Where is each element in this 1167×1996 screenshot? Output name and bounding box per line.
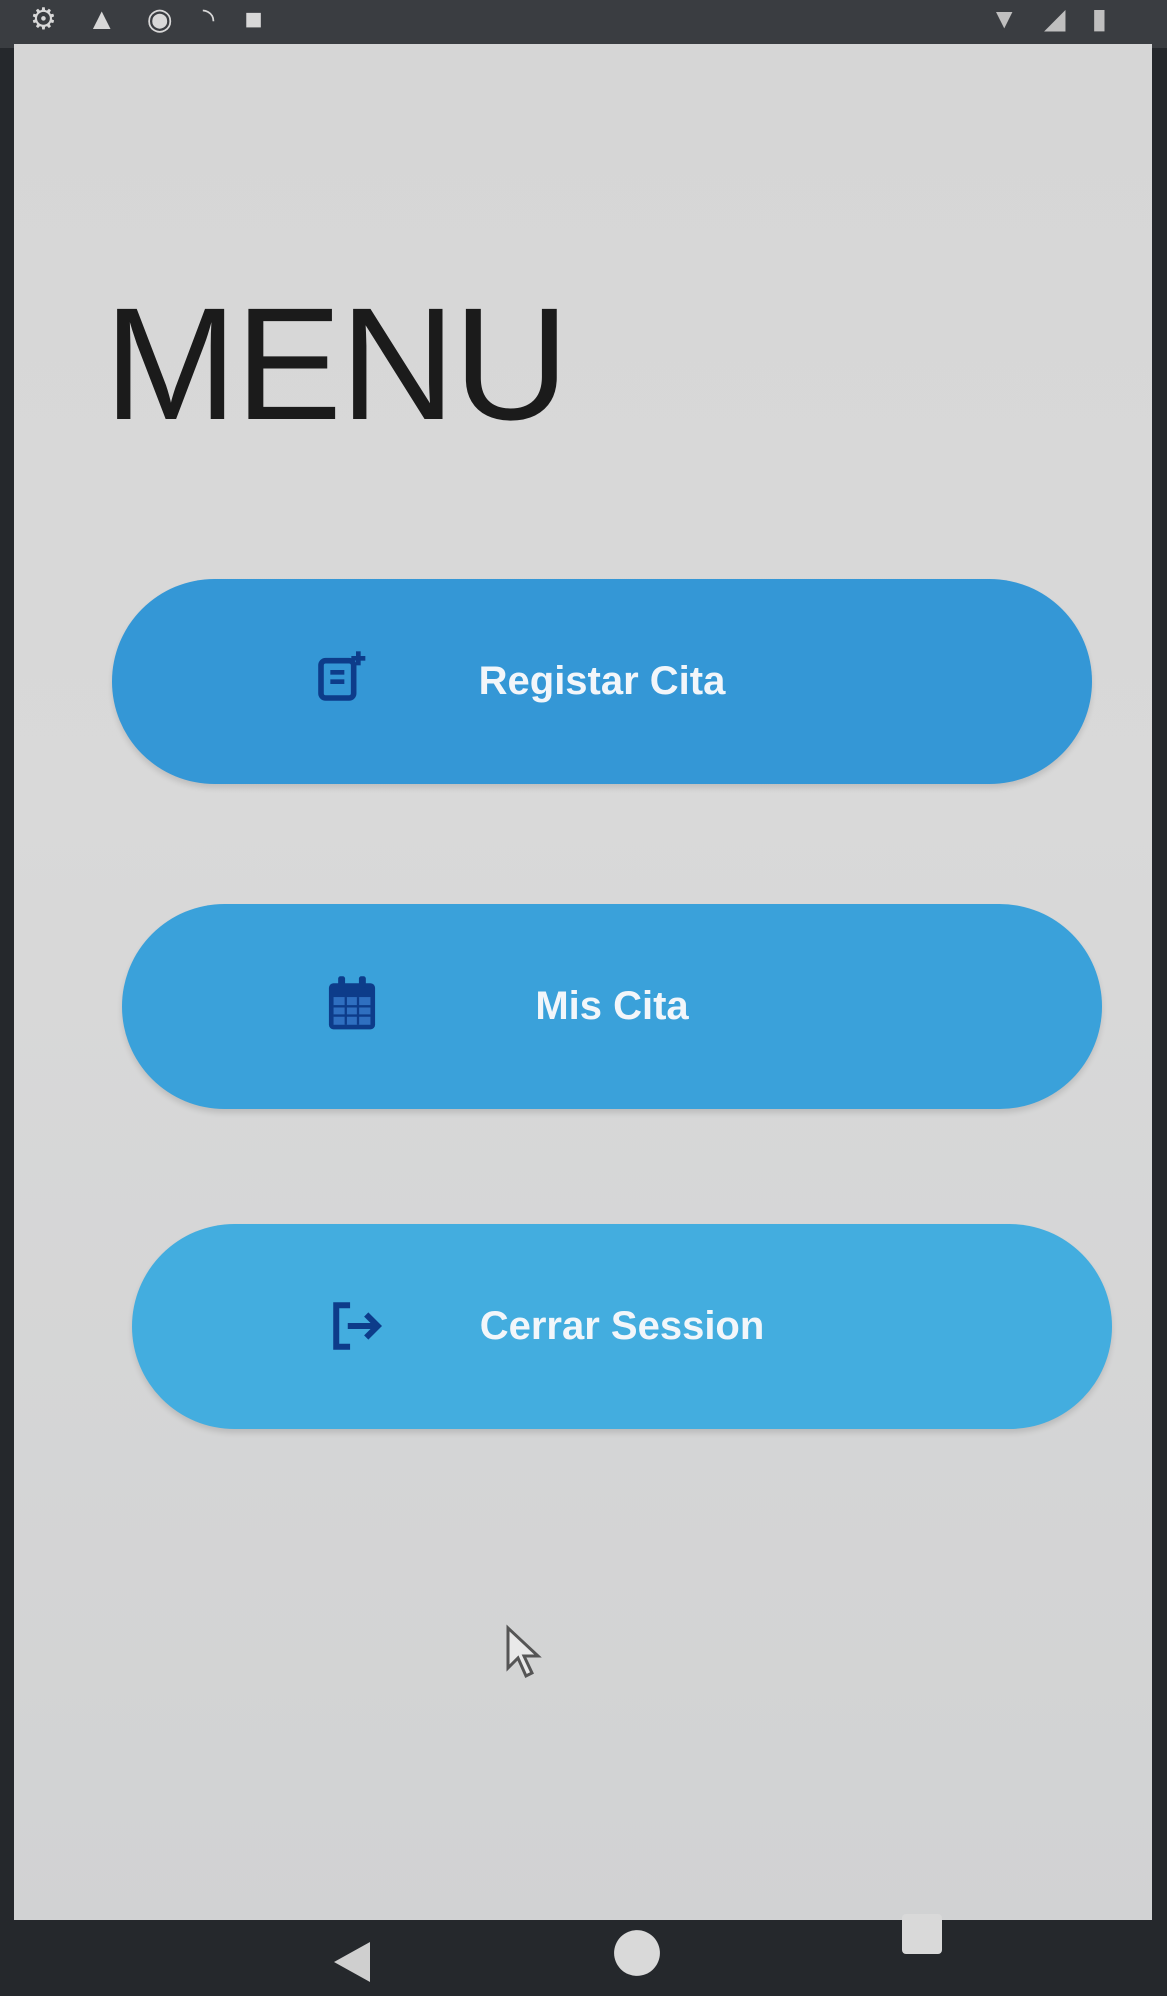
status-bar: ⚙ ▲ ◉ ◝ ■ ▼ ◢ ▮ [0,0,1167,48]
logout-button[interactable]: Cerrar Session [132,1224,1112,1429]
logout-label: Cerrar Session [479,1304,765,1348]
mouse-cursor-icon [504,1624,544,1685]
signal-icon: ◢ [1044,3,1066,34]
settings-icon: ⚙ [30,3,57,36]
battery-icon: ▮ [1091,3,1107,34]
sync-icon: ◝ [202,3,215,36]
my-appointments-label: Mis Cita [535,984,689,1028]
register-appointment-button[interactable]: Registar Cita [112,579,1092,784]
sd-card-icon: ■ [244,2,263,36]
phone-frame: ⚙ ▲ ◉ ◝ ■ ▼ ◢ ▮ MENU Registar Cita Mis C… [0,0,1167,1996]
wifi-icon: ▼ [990,2,1019,34]
app-screen: MENU Registar Cita Mis Cita Cerrar Sessi… [14,44,1152,1940]
page-title: MENU [104,274,569,453]
recents-icon[interactable] [900,1912,944,1956]
home-icon[interactable] [612,1928,662,1978]
status-left-icons: ⚙ ▲ ◉ ◝ ■ [30,2,263,37]
register-appointment-label: Registar Cita [478,659,726,703]
back-icon[interactable] [330,1938,374,1986]
warning-icon: ▲ [86,2,117,36]
system-nav-bar [0,1914,1167,1996]
my-appointments-button[interactable]: Mis Cita [122,904,1102,1109]
shield-icon: ◉ [146,3,173,36]
status-right-icons: ▼ ◢ ▮ [990,2,1107,35]
